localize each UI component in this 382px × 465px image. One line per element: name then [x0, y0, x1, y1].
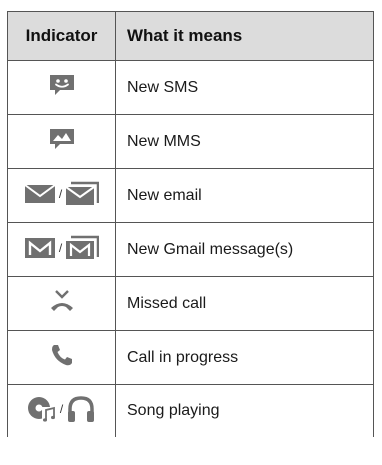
meaning-cell: New Gmail message(s)	[115, 222, 374, 277]
table-row: / New Gmail message(s)	[7, 222, 374, 277]
sms-smiley-icon	[48, 73, 76, 97]
phone-handset-icon	[50, 343, 74, 367]
indicator-table: Indicator What it means New SMS New MMS …	[7, 11, 374, 437]
icon-separator: /	[58, 187, 63, 201]
envelope-stack-icon	[65, 181, 100, 207]
indicator-cell	[7, 114, 116, 169]
table-header-row: Indicator What it means	[7, 11, 374, 61]
table-row: / Song playing	[7, 384, 374, 437]
indicator-cell	[7, 60, 116, 115]
indicator-cell	[7, 276, 116, 331]
indicator-cell: /	[7, 222, 116, 277]
meaning-cell: New email	[115, 168, 374, 223]
indicator-cell: /	[7, 168, 116, 223]
gmail-stack-icon	[65, 235, 100, 261]
missed-call-icon	[49, 288, 75, 314]
table-row: / New email	[7, 168, 374, 223]
indicator-cell	[7, 330, 116, 385]
meaning-cell: Missed call	[115, 276, 374, 331]
gmail-icon	[24, 236, 56, 260]
icon-separator: /	[58, 240, 63, 255]
table-row: Missed call	[7, 276, 374, 331]
header-meaning: What it means	[115, 11, 374, 61]
meaning-cell: Song playing	[115, 384, 374, 437]
mms-picture-icon	[48, 127, 76, 151]
envelope-icon	[24, 183, 56, 205]
table-row: New SMS	[7, 60, 374, 115]
headphones-icon	[66, 395, 96, 423]
indicator-cell: /	[7, 384, 116, 437]
music-note-icon	[27, 395, 57, 423]
meaning-cell: Call in progress	[115, 330, 374, 385]
meaning-cell: New SMS	[115, 60, 374, 115]
table-row: New MMS	[7, 114, 374, 169]
meaning-cell: New MMS	[115, 114, 374, 169]
header-indicator: Indicator	[7, 11, 116, 61]
table-row: Call in progress	[7, 330, 374, 385]
icon-separator: /	[59, 401, 64, 416]
